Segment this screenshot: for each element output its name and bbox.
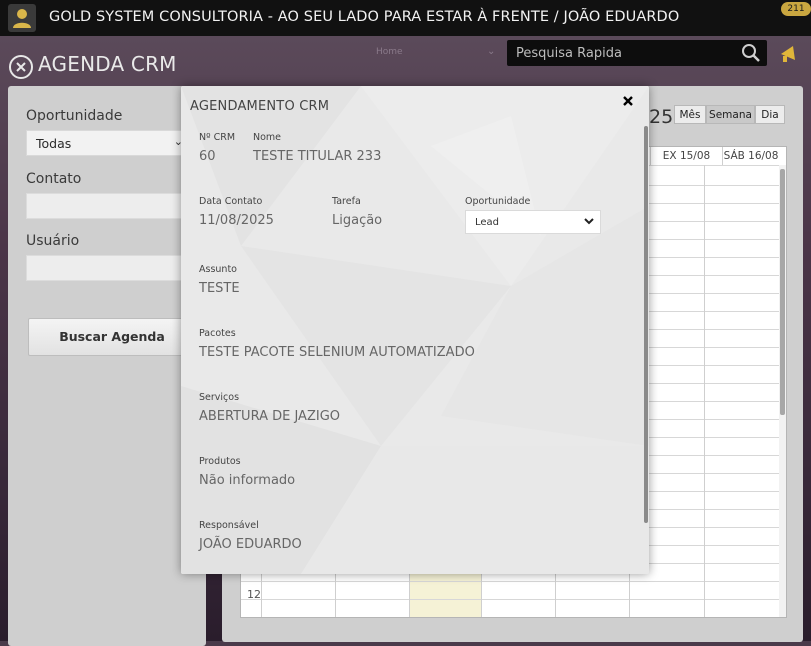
calendar-scrollbar[interactable]	[779, 165, 786, 617]
products-value: Não informado	[199, 473, 296, 488]
close-icon[interactable]	[621, 94, 635, 108]
services-value: ABERTURA DE JAZIGO	[199, 409, 341, 424]
contact-date-label: Data Contato	[199, 196, 263, 207]
calendar-col-line	[704, 165, 705, 617]
chevron-down-icon[interactable]: ⌄	[487, 46, 495, 57]
app-title: GOLD SYSTEM CONSULTORIA - AO SEU LADO PA…	[49, 9, 680, 25]
user-icon[interactable]	[8, 4, 36, 32]
packages-value: TESTE PACOTE SELENIUM AUTOMATIZADO	[199, 345, 475, 360]
task-value: Ligação	[332, 213, 383, 228]
contact-date-value: 11/08/2025	[199, 213, 274, 228]
contact-filter-input[interactable]	[26, 193, 190, 219]
packages-label: Pacotes	[199, 328, 236, 339]
search-input[interactable]	[507, 40, 732, 66]
task-label: Tarefa	[332, 196, 361, 207]
crm-appointment-modal: AGENDAMENTO CRM Nº CRM 60 Nome TESTE TIT…	[181, 86, 649, 574]
calendar-row-line	[241, 581, 779, 582]
modal-title: AGENDAMENTO CRM	[190, 99, 330, 114]
close-icon[interactable]	[9, 55, 33, 79]
calendar-column-header: EX 15/08	[650, 147, 722, 165]
opportunity-select[interactable]: Lead	[465, 210, 601, 234]
quick-search	[507, 40, 767, 66]
megaphone-icon[interactable]	[779, 44, 799, 64]
subject-value: TESTE	[199, 281, 240, 296]
calendar-hour-label: 12	[247, 588, 261, 601]
responsible-label: Responsável	[199, 520, 259, 531]
breadcrumb-home[interactable]: Home	[376, 47, 403, 57]
opportunity-select-value: Lead	[475, 217, 500, 228]
modal-background-pattern	[181, 86, 649, 574]
calendar-row-line	[241, 599, 779, 600]
user-filter-input[interactable]	[26, 255, 190, 281]
opportunity-filter-label: Oportunidade	[26, 108, 123, 124]
view-month-button[interactable]: Mês	[674, 105, 706, 124]
crm-number-value: 60	[199, 149, 216, 164]
notification-badge[interactable]: 211	[781, 2, 811, 16]
search-icon[interactable]	[741, 43, 761, 63]
opportunity-filter-value: Todas	[36, 136, 72, 151]
name-value: TESTE TITULAR 233	[253, 149, 382, 164]
calendar-scroll-thumb[interactable]	[780, 169, 785, 415]
opportunity-label: Oportunidade	[465, 196, 531, 207]
filter-panel: Oportunidade Todas ⌄ Contato Usuário Bus…	[8, 86, 206, 646]
contact-filter-label: Contato	[26, 171, 82, 187]
view-day-button[interactable]: Dia	[755, 105, 785, 124]
modal-scrollbar[interactable]	[644, 126, 648, 523]
services-label: Serviços	[199, 392, 240, 403]
page-title: AGENDA CRM	[38, 52, 177, 76]
calendar-column-header: SÁB 16/08	[722, 147, 779, 165]
user-filter-label: Usuário	[26, 233, 80, 249]
crm-number-label: Nº CRM	[199, 132, 236, 143]
search-agenda-button[interactable]: Buscar Agenda	[28, 318, 196, 356]
subject-label: Assunto	[199, 264, 237, 275]
opportunity-filter-select[interactable]: Todas ⌄	[26, 130, 190, 156]
chevron-down-icon	[584, 218, 594, 225]
name-label: Nome	[253, 132, 282, 143]
calendar-date-title: 25	[649, 106, 674, 128]
responsible-value: JOÃO EDUARDO	[199, 537, 302, 552]
view-week-button[interactable]: Semana	[706, 105, 755, 124]
top-bar: GOLD SYSTEM CONSULTORIA - AO SEU LADO PA…	[0, 0, 811, 36]
products-label: Produtos	[199, 456, 241, 467]
